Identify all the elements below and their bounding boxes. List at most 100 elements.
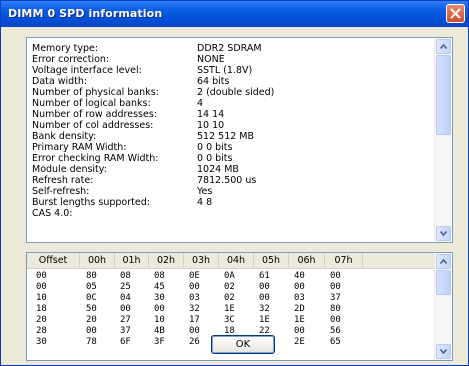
hex-byte-cell: 80 [330,304,341,314]
info-row-value: 0 0 bits [197,142,233,153]
hex-offset-cell: 30 [36,337,47,347]
hex-vertical-scrollbar[interactable] [434,253,452,360]
info-row-value: 64 bits [197,76,230,87]
hex-byte-cell: 00 [330,315,341,325]
info-row-label: Number of logical banks: [32,98,151,109]
hex-byte-cell: 4B [154,326,165,336]
hex-column-header[interactable]: Offset [27,253,80,268]
hex-byte-cell: 37 [330,293,341,303]
hex-byte-cell: 32 [189,304,200,314]
hex-column-header[interactable]: 02h [149,253,184,268]
hex-offset-cell: 20 [36,315,47,325]
hex-column-header[interactable]: 06h [289,253,325,268]
hex-table-row[interactable]: 10 0C 04 30 03 02 00 03 37 [27,293,435,304]
hex-offset-cell: 00 [36,282,47,292]
info-scroll-down-button[interactable] [436,226,451,241]
hex-byte-cell: 02 [224,282,235,292]
hex-scroll-down-button[interactable] [436,344,451,359]
info-row-label: Burst lengths supported: [32,197,150,208]
hex-byte-cell: 04 [120,293,131,303]
hex-byte-cell: 05 [86,282,97,292]
hex-byte-cell: 27 [120,315,131,325]
hex-column-header[interactable]: 04h [219,253,254,268]
hex-byte-cell: 61 [259,271,270,281]
info-scroll-up-button[interactable] [436,39,451,54]
hex-column-header[interactable]: 05h [254,253,289,268]
info-vertical-scrollbar[interactable] [434,38,452,242]
title-bar[interactable]: DIMM 0 SPD information [1,1,468,27]
hex-table-row[interactable]: 18 50 00 00 32 1E 32 2D 80 [27,304,435,315]
hex-byte-cell: 00 [330,282,341,292]
hex-byte-cell: 32 [259,304,270,314]
hex-offset-cell: 18 [36,304,47,314]
info-row-label: Bank density: [32,131,97,142]
ok-button[interactable]: OK [211,335,275,354]
hex-scroll-up-button[interactable] [436,254,451,269]
hex-byte-cell: 3F [154,337,165,347]
info-row-label: Error checking RAM Width: [32,153,159,164]
info-row-label: CAS 4.0: [32,208,73,219]
hex-byte-cell: 1E [224,304,235,314]
info-row-value: 2 (double sided) [197,87,275,98]
spd-info-textbox[interactable]: Memory type: DDR2 SDRAM Error correction: N… [26,37,453,243]
info-row-value: 512 512 MB [197,131,255,142]
hex-byte-cell: 80 [86,271,97,281]
hex-scroll-thumb[interactable] [436,270,451,295]
hex-byte-cell: 25 [120,282,131,292]
window-title: DIMM 0 SPD information [8,7,163,20]
info-row-label: Self-refresh: [32,186,90,197]
info-row-label: Number of col addresses: [32,120,154,131]
hex-byte-cell: 2D [294,304,305,314]
hex-byte-cell: 00 [259,293,270,303]
info-row-label: Primary RAM Width: [32,142,127,153]
info-row-value: 7812.500 us [197,175,257,186]
hex-byte-cell: 56 [330,326,341,336]
hex-table-row[interactable]: 00 05 25 45 00 02 00 00 00 [27,282,435,293]
close-icon [450,8,461,19]
hex-byte-cell: 00 [294,326,305,336]
hex-table-row[interactable]: 00 80 08 08 0E 0A 61 40 00 [27,271,435,282]
chevron-down-icon [440,231,447,236]
hex-byte-cell: 1E [294,315,305,325]
hex-column-header[interactable]: 01h [115,253,149,268]
info-row-label: Data width: [32,76,88,87]
hex-byte-cell: 02 [224,293,235,303]
info-row-label: Memory type: [32,43,99,54]
hex-offset-cell: 00 [36,271,47,281]
hex-byte-cell: 00 [189,326,200,336]
hex-byte-cell: 00 [120,304,131,314]
hex-column-header[interactable]: 07h [325,253,363,268]
hex-byte-cell: 00 [330,271,341,281]
info-row-value: NONE [197,54,225,65]
hex-byte-cell: 6F [120,337,131,347]
hex-byte-cell: 0A [224,271,235,281]
info-row-value: 4 [197,98,204,109]
hex-byte-cell: 45 [154,282,165,292]
info-row-value: 4 8 [197,197,213,208]
hex-byte-cell: 00 [259,282,270,292]
close-button[interactable] [446,4,465,23]
spd-dialog-window: DIMM 0 SPD information Memory type: DDR2 … [0,0,469,366]
dialog-body: Memory type: DDR2 SDRAM Error correction: N… [4,27,465,362]
hex-byte-cell: 40 [294,271,305,281]
info-row-label: Voltage interface level: [32,65,142,76]
hex-offset-cell: 28 [36,326,47,336]
hex-column-header[interactable]: 03h [184,253,219,268]
hex-table-header: Offset 00h 01h 02h 03h 04h 05h 06h 07h [27,253,435,269]
hex-column-header[interactable]: 00h [80,253,115,268]
chevron-up-icon [440,259,447,264]
hex-byte-cell: 78 [86,337,97,347]
hex-byte-cell: 17 [189,315,200,325]
hex-byte-cell: 37 [120,326,131,336]
hex-byte-cell: 30 [154,293,165,303]
hex-byte-cell: 08 [154,271,165,281]
hex-table-row[interactable]: 20 20 27 10 17 3C 1E 1E 00 [27,315,435,326]
hex-byte-cell: 2E [294,337,305,347]
info-row-label: Error correction: [32,54,110,65]
hex-byte-cell: 08 [120,271,131,281]
hex-byte-cell: 0E [189,271,200,281]
info-scroll-thumb[interactable] [436,55,451,135]
info-row-value: 14 14 [197,109,225,120]
info-row-label: Refresh rate: [32,175,94,186]
info-row-label: Module density: [32,164,107,175]
